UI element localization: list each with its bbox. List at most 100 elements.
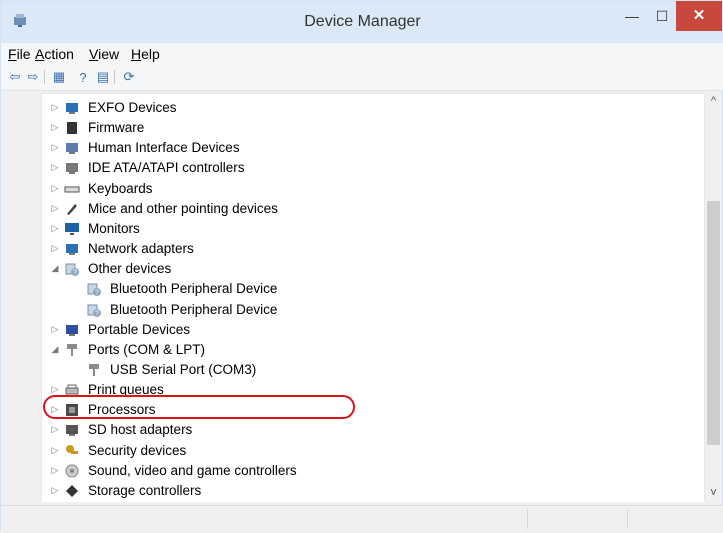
tree-item-label: Keyboards xyxy=(88,180,153,196)
tree-item[interactable]: ▷ Storage controllers xyxy=(42,481,682,501)
properties-icon[interactable]: ▦ xyxy=(51,69,67,85)
port-icon xyxy=(67,343,77,356)
storage-icon xyxy=(66,484,78,497)
svg-text:?: ? xyxy=(95,310,99,317)
tree-item[interactable]: ▷ Keyboards xyxy=(42,179,682,199)
status-pane-1 xyxy=(527,509,628,529)
menu-label-rest: iew xyxy=(98,46,120,62)
status-pane-2 xyxy=(627,509,723,529)
scan-hardware-icon[interactable]: ⟳ xyxy=(121,69,137,85)
menu-accelerator-letter: H xyxy=(131,46,142,62)
scroll-down-arrow-icon[interactable]: v xyxy=(705,484,722,501)
tree-item-label: SD host adapters xyxy=(88,422,193,438)
tree-item[interactable]: ▷ Portable Devices xyxy=(42,320,682,340)
sd-adapter-icon xyxy=(66,425,78,437)
close-button[interactable]: ✕ xyxy=(676,1,722,31)
tree-item[interactable]: ▷ Human Interface Devices xyxy=(42,138,682,158)
menu-action[interactable]: Action xyxy=(35,46,74,62)
help-icon[interactable]: ? xyxy=(75,69,91,85)
forward-icon[interactable]: ⇨ xyxy=(25,69,41,85)
tree-item-label: Firmware xyxy=(88,120,145,136)
tree-item-label: EXFO Devices xyxy=(88,100,177,115)
toolbar-separator xyxy=(114,70,115,84)
tree-item-label: Ports (COM & LPT) xyxy=(88,341,206,357)
device-tree[interactable]: ▷ EXFO Devices ▷ Firmware ▷ Human Interface D… xyxy=(41,93,705,502)
hid-icon xyxy=(66,143,78,155)
menu-label-rest: ile xyxy=(16,46,31,62)
collapsed-triangle-icon[interactable]: ▷ xyxy=(50,162,60,172)
tree-item[interactable]: ◢ Ports (COM & LPT) xyxy=(42,340,682,360)
menu-file[interactable]: File xyxy=(8,46,31,62)
expanded-triangle-icon[interactable]: ◢ xyxy=(50,344,60,354)
unknown-device-icon: ? xyxy=(87,283,101,297)
menu-accelerator-letter: V xyxy=(89,46,99,62)
tree-item-label: Bluetooth Peripheral Device xyxy=(110,301,278,317)
tree-item[interactable]: ▷ Network adapters xyxy=(42,239,682,259)
menu-accelerator-letter: A xyxy=(35,46,45,62)
collapsed-triangle-icon[interactable]: ▷ xyxy=(50,122,60,132)
collapsed-triangle-icon[interactable]: ▷ xyxy=(50,243,60,253)
tree-item-label: Portable Devices xyxy=(88,321,191,337)
collapsed-triangle-icon[interactable]: ▷ xyxy=(50,324,60,334)
svg-text:?: ? xyxy=(73,270,77,277)
sound-icon xyxy=(65,464,79,478)
collapsed-triangle-icon[interactable]: ▷ xyxy=(50,142,60,152)
svg-text:?: ? xyxy=(95,290,99,297)
menu-view[interactable]: View xyxy=(89,46,119,62)
collapsed-triangle-icon[interactable]: ▷ xyxy=(50,424,60,434)
tree-item-label: Bluetooth Peripheral Device xyxy=(110,281,278,297)
tree-item[interactable]: ◢? Other devices xyxy=(42,259,682,279)
keyboard-icon xyxy=(64,186,80,193)
tree-item-label: Sound, video and game controllers xyxy=(88,462,297,478)
portable-device-icon xyxy=(66,324,78,336)
scroll-up-arrow-icon[interactable]: ^ xyxy=(705,93,722,110)
tree-item[interactable]: ? Bluetooth Peripheral Device xyxy=(42,300,682,320)
tree-item-label: Monitors xyxy=(88,220,140,236)
collapsed-triangle-icon[interactable]: ▷ xyxy=(50,203,60,213)
menu-accelerator-letter: F xyxy=(8,46,17,62)
menu-bar: File Action View Help xyxy=(1,43,723,65)
menu-label-rest: ction xyxy=(44,46,74,62)
title-bar[interactable]: Device Manager — ☐ ✕ xyxy=(1,1,723,43)
monitor-icon xyxy=(65,222,79,235)
back-icon[interactable]: ⇦ xyxy=(7,69,23,85)
scroll-thumb[interactable] xyxy=(707,201,720,445)
menu-help[interactable]: Help xyxy=(131,46,160,62)
tree-item[interactable]: ▷ SD host adapters xyxy=(42,420,682,440)
device-manager-window: Device Manager — ☐ ✕ File Action View Help … xyxy=(0,0,723,533)
collapsed-triangle-icon[interactable]: ▷ xyxy=(50,183,60,193)
collapsed-triangle-icon[interactable]: ▷ xyxy=(50,384,60,394)
tree-item-label: Other devices xyxy=(88,261,172,277)
tree-item-label: IDE ATA/ATAPI controllers xyxy=(88,160,245,176)
collapsed-triangle-icon[interactable]: ▷ xyxy=(50,485,60,495)
tree-item-label: Security devices xyxy=(88,442,187,458)
toolbar: ⇦ ⇨ ▦? ▤ ⟳ xyxy=(1,65,723,91)
tree-item[interactable]: USB Serial Port (COM3) xyxy=(42,360,682,380)
status-bar xyxy=(1,505,723,533)
tree-item[interactable]: ▷ Monitors xyxy=(42,219,682,239)
port-icon xyxy=(89,363,99,376)
tree-item-label: Human Interface Devices xyxy=(88,140,240,156)
tree-item[interactable]: ▷ Security devices xyxy=(42,441,682,461)
collapsed-triangle-icon[interactable]: ▷ xyxy=(50,465,60,475)
tree-item[interactable]: ▷ Mice and other pointing devices xyxy=(42,199,682,219)
tree-item[interactable]: ▷ IDE ATA/ATAPI controllers xyxy=(42,158,682,178)
collapsed-triangle-icon[interactable]: ▷ xyxy=(50,102,60,112)
collapsed-triangle-icon[interactable]: ▷ xyxy=(50,223,60,233)
tree-item[interactable]: ▷ Firmware xyxy=(42,118,682,138)
unknown-device-icon: ? xyxy=(87,304,101,317)
tree-item[interactable]: ? Bluetooth Peripheral Device xyxy=(42,279,682,299)
mouse-icon xyxy=(67,203,77,215)
unknown-device-icon: ? xyxy=(65,263,79,277)
view-icon[interactable]: ▤ xyxy=(95,69,111,85)
tree-item-label: USB Serial Port (COM3) xyxy=(110,361,257,377)
tree-item[interactable]: ▷ EXFO Devices xyxy=(42,98,682,118)
tree-item-label: Storage controllers xyxy=(88,482,202,498)
collapsed-triangle-icon[interactable]: ▷ xyxy=(50,445,60,455)
tree-item[interactable]: ▷ Sound, video and game controllers xyxy=(42,461,682,481)
vertical-scrollbar[interactable]: ^ v xyxy=(704,93,722,501)
network-adapter-icon xyxy=(66,244,78,256)
expanded-triangle-icon[interactable]: ◢ xyxy=(50,263,60,273)
firmware-chip-icon xyxy=(67,122,77,135)
network-device-icon xyxy=(66,103,78,114)
